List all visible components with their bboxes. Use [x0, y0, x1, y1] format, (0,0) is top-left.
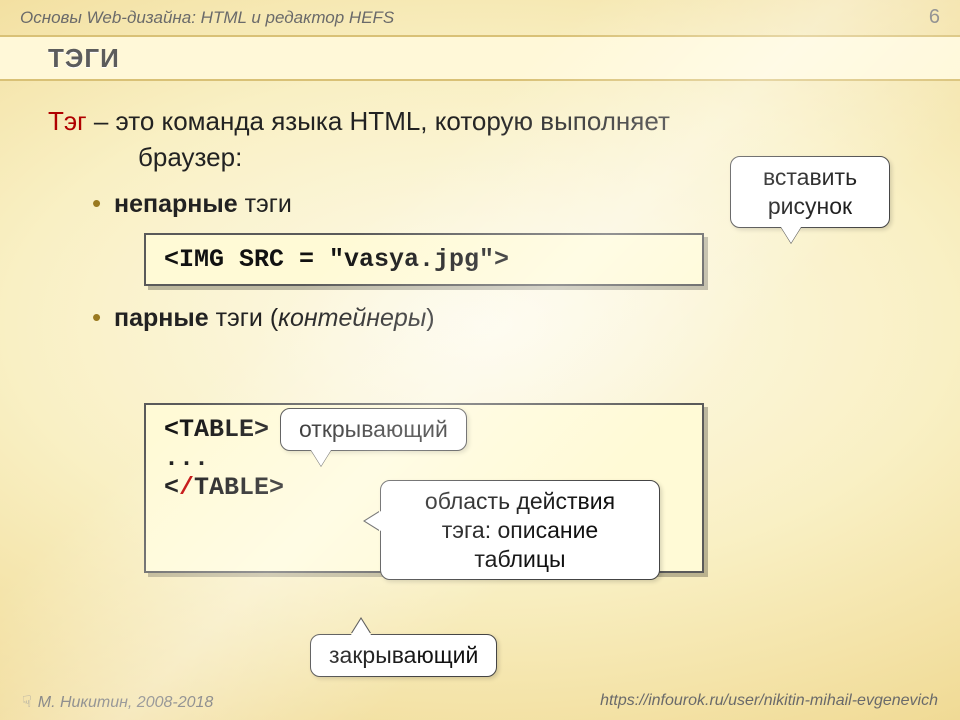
callout-tail-icon — [365, 511, 381, 531]
bullet-unpaired-bold: непарные — [114, 190, 238, 218]
bullet-list-2: парные тэги (контейнеры) — [92, 304, 920, 333]
bullet-paired-ital: контейнеры — [278, 304, 426, 332]
callout-closing: закрывающий — [310, 634, 497, 677]
callout-insert-image-text: вставитьрисунок — [763, 164, 857, 219]
slide-title: ТЭГИ — [48, 43, 120, 74]
callout-scope-text: область действиятэга: описаниетаблицы — [425, 488, 615, 572]
footer-url: https://infourok.ru/user/nikitin-mihail-… — [600, 692, 938, 712]
definition-line1: Тэг – это команда языка HTML, которую вы… — [48, 103, 920, 139]
header-bar: Основы Web-дизайна: HTML и редактор HEFS… — [0, 0, 960, 29]
definition-keyword: Тэг — [48, 106, 87, 136]
code-table-close-post: TABLE> — [194, 473, 284, 502]
callout-scope: область действиятэга: описаниетаблицы — [380, 480, 660, 580]
footer: ☟М. Никитин, 2008-2018 https://infourok.… — [0, 692, 960, 712]
callout-tail-icon — [351, 619, 371, 635]
definition-rest: – это команда языка HTML, которую выполн… — [87, 106, 670, 136]
code-table-close-pre: < — [164, 473, 179, 502]
callout-tail-icon — [781, 227, 801, 243]
bullet-unpaired-rest: тэги — [238, 190, 292, 218]
callout-closing-text: закрывающий — [329, 642, 478, 668]
callout-insert-image: вставитьрисунок — [730, 156, 890, 228]
bullet-paired: парные тэги (контейнеры) — [92, 304, 920, 333]
hand-icon: ☟ — [22, 694, 32, 711]
callout-opening-text: открывающий — [299, 416, 448, 442]
footer-author: ☟М. Никитин, 2008-2018 — [22, 692, 213, 712]
breadcrumb: Основы Web-дизайна: HTML и редактор HEFS — [20, 8, 394, 28]
callout-opening: открывающий — [280, 408, 467, 451]
page-number: 6 — [929, 6, 940, 29]
callout-tail-icon — [311, 450, 331, 466]
code-img-tag: <IMG SRC = "vasya.jpg"> — [144, 233, 704, 286]
bullet-paired-rest: тэги ( — [209, 304, 279, 332]
slide: Основы Web-дизайна: HTML и редактор HEFS… — [0, 0, 960, 720]
bullet-paired-rest2: ) — [426, 304, 434, 332]
title-bar: ТЭГИ — [0, 35, 960, 81]
code-table-dots: ... — [164, 444, 209, 473]
code-table-open: <TABLE> — [164, 415, 269, 444]
bullet-paired-bold: парные — [114, 304, 209, 332]
code-table-close-slash: / — [179, 473, 194, 502]
